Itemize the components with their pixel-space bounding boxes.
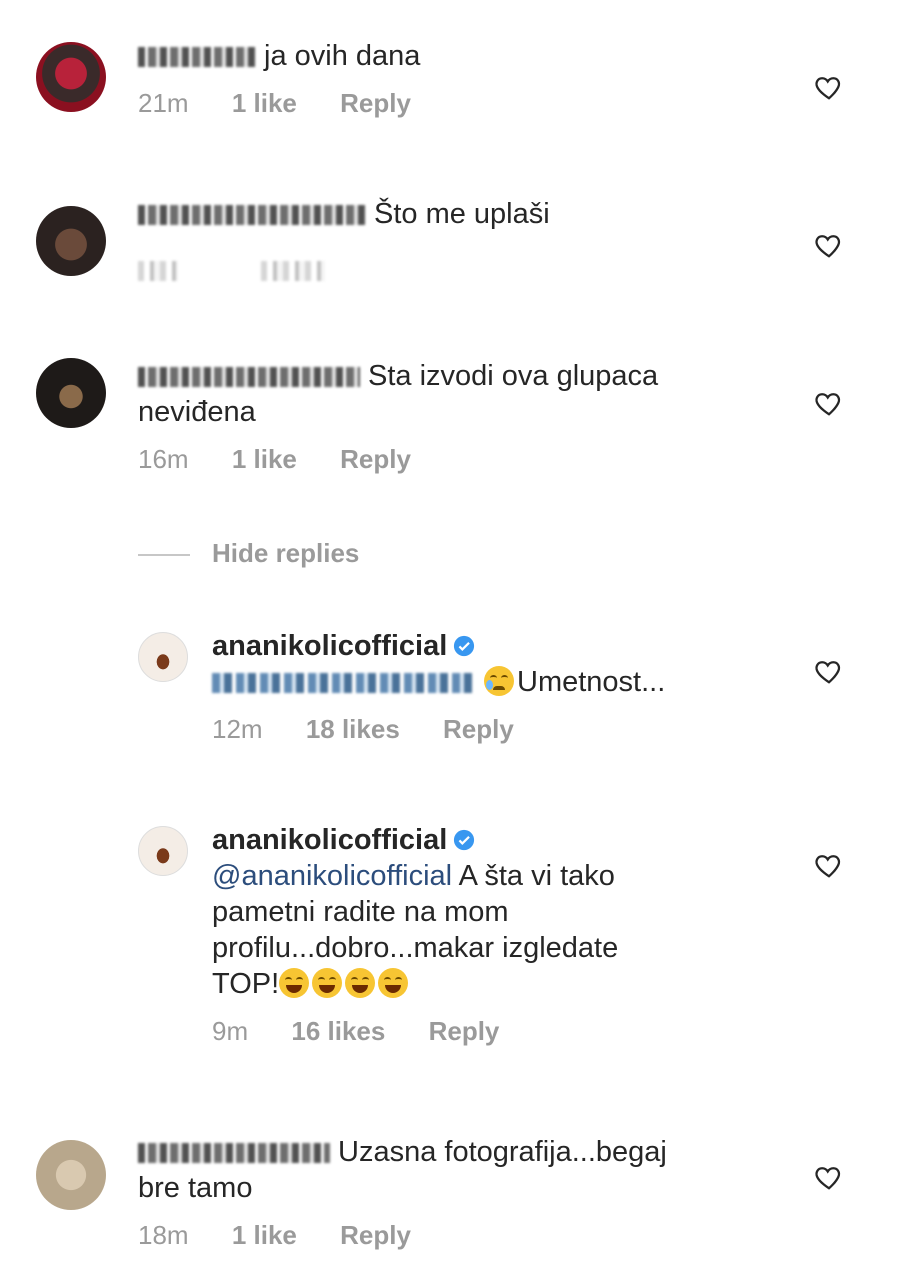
verified-badge-icon — [453, 630, 475, 657]
crying-face-emoji — [484, 666, 514, 696]
redacted-username[interactable] — [138, 367, 360, 388]
redacted-username[interactable] — [138, 47, 256, 68]
comment-meta: 18m 1 like Reply — [138, 1220, 667, 1251]
comment-meta-redacted — [138, 254, 550, 285]
reply-button[interactable]: Reply — [340, 444, 411, 475]
avatar[interactable] — [36, 206, 106, 276]
comment-meta: 16m 1 like Reply — [138, 444, 658, 475]
comment-text: Sta izvodi ova glupaca neviđena — [138, 360, 659, 428]
comment-text: ja ovih dana — [138, 38, 447, 74]
verified-badge-icon — [453, 824, 475, 851]
redacted-meta — [138, 261, 178, 282]
comment-timestamp: 18m — [138, 1220, 189, 1250]
heart-outline-icon[interactable] — [814, 656, 844, 686]
comment-likes[interactable]: 1 like — [232, 444, 297, 475]
comment-text: Uzasna fotografija...begaj bre tamo — [138, 1136, 667, 1204]
avatar[interactable] — [36, 42, 106, 112]
tears-of-joy-emoji — [345, 968, 376, 998]
reply-button[interactable]: Reply — [429, 1016, 500, 1047]
reply-text: ananikolicofficial @ananikolicofficial A… — [212, 824, 619, 1000]
comment-timestamp: 16m — [138, 444, 189, 474]
hide-replies-label: Hide replies — [212, 538, 360, 568]
username[interactable]: ananikolicofficial — [212, 630, 447, 662]
redacted-username[interactable] — [138, 205, 366, 226]
username[interactable]: ananikolicofficial — [212, 824, 447, 856]
redacted-mention — [212, 673, 476, 694]
redacted-meta — [261, 261, 326, 282]
reply-meta: 9m 16 likes Reply — [212, 1016, 618, 1047]
comment-timestamp: 21m — [138, 88, 189, 118]
comment-likes[interactable]: 1 like — [232, 1220, 297, 1251]
reply-button[interactable]: Reply — [443, 714, 514, 745]
redacted-username[interactable] — [138, 1143, 330, 1164]
reply-timestamp: 12m — [212, 714, 263, 744]
tears-of-joy-emoji — [279, 968, 310, 998]
avatar[interactable] — [138, 632, 188, 682]
mention-link[interactable]: @ananikolicofficial — [212, 860, 452, 892]
heart-outline-icon[interactable] — [814, 72, 844, 102]
reply-button[interactable]: Reply — [340, 88, 411, 119]
reply-likes[interactable]: 18 likes — [306, 714, 400, 745]
reply-timestamp: 9m — [212, 1016, 249, 1046]
comment-likes[interactable]: 1 like — [232, 88, 297, 119]
comment-meta: 21m 1 like Reply — [138, 88, 447, 119]
tears-of-joy-emoji — [378, 968, 409, 998]
reply-likes[interactable]: 16 likes — [291, 1016, 385, 1047]
avatar[interactable] — [36, 358, 106, 428]
heart-outline-icon[interactable] — [814, 1162, 844, 1192]
heart-outline-icon[interactable] — [814, 230, 844, 260]
reply-meta: 12m 18 likes Reply — [212, 714, 665, 745]
heart-outline-icon[interactable] — [814, 388, 844, 418]
heart-outline-icon[interactable] — [814, 850, 844, 880]
reply-button[interactable]: Reply — [340, 1220, 411, 1251]
comment-text: Što me uplaši — [138, 196, 550, 232]
divider-line — [138, 554, 190, 557]
avatar[interactable] — [36, 1140, 106, 1210]
reply-text: ananikolicofficial Umetnost... — [212, 630, 666, 698]
avatar[interactable] — [138, 826, 188, 876]
hide-replies-button[interactable]: Hide replies — [138, 538, 359, 569]
tears-of-joy-emoji — [312, 968, 343, 998]
